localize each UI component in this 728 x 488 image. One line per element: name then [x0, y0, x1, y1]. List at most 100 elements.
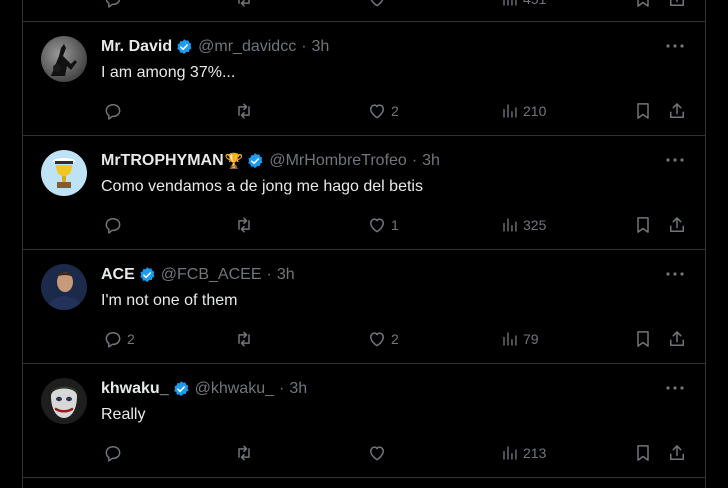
tweet-text: I'm not one of them	[101, 292, 238, 309]
share-button[interactable]	[667, 214, 687, 236]
retweet-button[interactable]	[233, 328, 259, 350]
bookmark-icon	[637, 103, 649, 119]
joker-avatar-icon	[41, 378, 87, 424]
retweet-icon	[238, 445, 250, 461]
reply-button[interactable]	[103, 0, 123, 10]
tweet-item[interactable]: MrTROPHYMAN 🏆 @MrHombreTrofeo · 3h Como …	[23, 136, 705, 250]
more-dots-icon	[666, 44, 684, 48]
timestamp[interactable]: 3h	[312, 38, 330, 56]
retweet-button[interactable]	[233, 100, 259, 122]
partial-tweet[interactable]: 451	[23, 0, 705, 22]
like-button[interactable]: 2	[367, 100, 399, 122]
views-button[interactable]: 451	[501, 0, 546, 10]
share-button[interactable]	[667, 328, 687, 350]
timestamp[interactable]: 3h	[422, 152, 440, 170]
share-icon	[670, 331, 684, 346]
reply-button[interactable]	[103, 100, 127, 122]
user-handle[interactable]: @FCB_ACEE	[161, 266, 262, 284]
reply-icon	[105, 218, 121, 234]
heart-icon	[370, 104, 384, 119]
like-button[interactable]: 1	[367, 214, 399, 236]
verified-badge-icon	[172, 380, 190, 398]
share-icon	[670, 217, 684, 232]
verified-badge-icon	[138, 266, 156, 284]
like-button[interactable]	[367, 442, 391, 464]
more-options-button[interactable]	[665, 264, 685, 284]
share-button[interactable]	[667, 442, 687, 464]
display-name[interactable]: Mr. David	[101, 38, 172, 56]
tweet-text: Really	[101, 406, 146, 423]
more-options-button[interactable]	[665, 378, 685, 398]
bookmark-button[interactable]	[633, 442, 653, 464]
bookmark-button[interactable]	[633, 214, 653, 236]
more-options-button[interactable]	[665, 150, 685, 170]
reply-icon	[105, 0, 121, 8]
action-bar: 451	[23, 0, 705, 10]
like-button[interactable]	[367, 0, 387, 10]
retweet-button[interactable]	[233, 442, 259, 464]
bookmark-button[interactable]	[633, 100, 653, 122]
reply-icon	[105, 446, 121, 462]
reply-button[interactable]: 2	[103, 328, 135, 350]
like-button[interactable]: 2	[367, 328, 399, 350]
retweet-icon	[238, 331, 250, 347]
display-name[interactable]: MrTROPHYMAN	[101, 152, 224, 170]
views-button[interactable]: 79	[501, 328, 539, 350]
display-name[interactable]: ACE	[101, 266, 135, 284]
avatar[interactable]	[41, 264, 87, 310]
share-icon	[670, 0, 684, 6]
retweet-button[interactable]	[233, 214, 259, 236]
like-count: 2	[391, 331, 399, 347]
reply-feed: 451 Mr. David @mr_davidcc	[22, 0, 706, 488]
tweet-header: MrTROPHYMAN 🏆 @MrHombreTrofeo · 3h	[101, 151, 440, 171]
views-button[interactable]: 210	[501, 100, 546, 122]
views-icon	[503, 332, 517, 346]
avatar[interactable]	[41, 150, 87, 196]
more-dots-icon	[666, 158, 684, 162]
avatar[interactable]	[41, 378, 87, 424]
tweet-header: khwaku_ @khwaku_ · 3h	[101, 379, 307, 399]
tweet-text: Como vendamos a de jong me hago del beti…	[101, 178, 423, 195]
heart-icon	[370, 446, 384, 461]
views-button[interactable]: 213	[501, 442, 546, 464]
action-bar: 1 325	[23, 214, 705, 236]
timestamp[interactable]: 3h	[289, 380, 307, 398]
trophy-emoji: 🏆	[224, 153, 244, 170]
avatar[interactable]	[41, 36, 87, 82]
views-icon	[503, 218, 517, 232]
heart-icon	[370, 218, 384, 233]
player-avatar-icon	[41, 264, 87, 310]
user-handle[interactable]: @MrHombreTrofeo	[269, 152, 406, 170]
separator-dot: ·	[266, 266, 272, 283]
share-icon	[670, 103, 684, 118]
views-count: 451	[523, 0, 546, 7]
bookmark-button[interactable]	[633, 328, 653, 350]
display-name[interactable]: khwaku_	[101, 380, 169, 398]
tweet-item[interactable]: ACE @FCB_ACEE · 3h I'm not one of them 2	[23, 250, 705, 364]
separator-dot: ·	[411, 152, 418, 169]
user-handle[interactable]: @khwaku_	[195, 380, 274, 398]
views-count: 325	[523, 217, 547, 233]
share-button[interactable]	[667, 100, 687, 122]
more-options-button[interactable]	[665, 36, 685, 56]
tweet-header: Mr. David @mr_davidcc · 3h	[101, 37, 329, 57]
tweet-header: ACE @FCB_ACEE · 3h	[101, 265, 295, 285]
timestamp[interactable]: 3h	[277, 266, 295, 284]
views-button[interactable]: 325	[501, 214, 546, 236]
retweet-button[interactable]	[233, 0, 255, 10]
user-handle[interactable]: @mr_davidcc	[198, 38, 296, 56]
verified-badge-icon	[175, 38, 193, 56]
views-icon	[503, 104, 517, 118]
reply-button[interactable]	[103, 214, 127, 236]
share-button[interactable]	[667, 0, 687, 10]
bookmark-icon	[637, 445, 649, 461]
more-dots-icon	[666, 386, 684, 390]
views-icon	[503, 0, 517, 6]
action-bar: 2 210	[23, 100, 705, 122]
reply-button[interactable]	[103, 442, 127, 464]
action-bar: 2 2 79	[23, 328, 705, 350]
bookmark-button[interactable]	[633, 0, 653, 10]
tweet-item[interactable]: khwaku_ @khwaku_ · 3h Really 213	[23, 364, 705, 478]
tweet-item[interactable]: Mr. David @mr_davidcc · 3h I am among 37…	[23, 22, 705, 136]
like-count: 1	[391, 217, 399, 233]
